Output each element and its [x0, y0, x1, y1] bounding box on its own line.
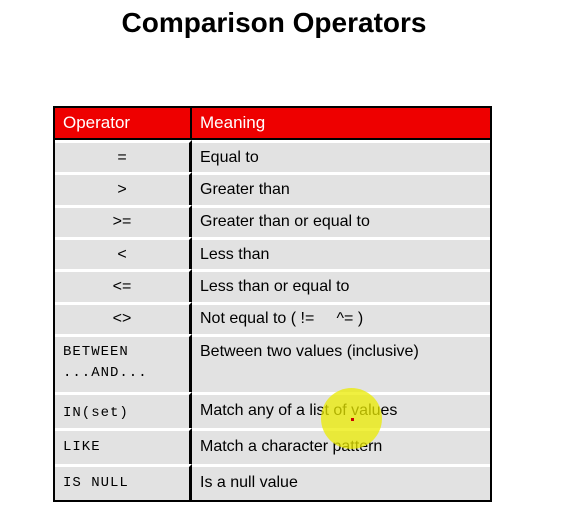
meaning-cell: Not equal to ( != ^= ): [192, 301, 490, 335]
table-row: BETWEEN ...AND... Between two values (in…: [55, 334, 490, 392]
table-row: LIKE Match a character pattern: [55, 428, 490, 464]
table-row: < Less than: [55, 237, 490, 270]
meaning-cell: Greater than or equal to: [192, 204, 490, 238]
table-row: IN(set) Match any of a list of values: [55, 391, 490, 429]
comparison-operators-table: Operator Meaning = Equal to > Greater th…: [53, 106, 492, 502]
meaning-cell: Between two values (inclusive): [192, 334, 490, 392]
table-row: > Greater than: [55, 172, 490, 205]
operator-cell: >: [55, 172, 192, 205]
header-operator: Operator: [55, 108, 192, 140]
meaning-cell: Greater than: [192, 172, 490, 205]
meaning-cell: Less than or equal to: [192, 269, 490, 302]
operator-cell: IS NULL: [55, 463, 192, 500]
meaning-cell: Is a null value: [192, 463, 490, 500]
meaning-cell: Match a character pattern: [192, 428, 490, 464]
operator-cell: <=: [55, 269, 192, 302]
header-meaning: Meaning: [192, 108, 490, 140]
meaning-cell: Match any of a list of values: [192, 391, 490, 429]
page-title: Comparison Operators: [121, 7, 427, 38]
operator-cell: LIKE: [55, 428, 192, 464]
table-header-row: Operator Meaning: [55, 108, 490, 140]
table-row: = Equal to: [55, 140, 490, 173]
meaning-cell: Equal to: [192, 140, 490, 173]
table-row: >= Greater than or equal to: [55, 204, 490, 238]
operator-cell: <: [55, 237, 192, 270]
operator-cell: IN(set): [55, 391, 192, 429]
table-row: <> Not equal to ( != ^= ): [55, 301, 490, 335]
operator-cell: >=: [55, 204, 192, 238]
operator-line-1: BETWEEN: [63, 344, 129, 361]
operator-cell: =: [55, 140, 192, 173]
table-row: IS NULL Is a null value: [55, 463, 490, 500]
operator-cell: BETWEEN ...AND...: [55, 334, 192, 392]
operator-cell: <>: [55, 301, 192, 335]
table-row: <= Less than or equal to: [55, 269, 490, 302]
meaning-cell: Less than: [192, 237, 490, 270]
operator-line-2: ...AND...: [63, 365, 148, 382]
